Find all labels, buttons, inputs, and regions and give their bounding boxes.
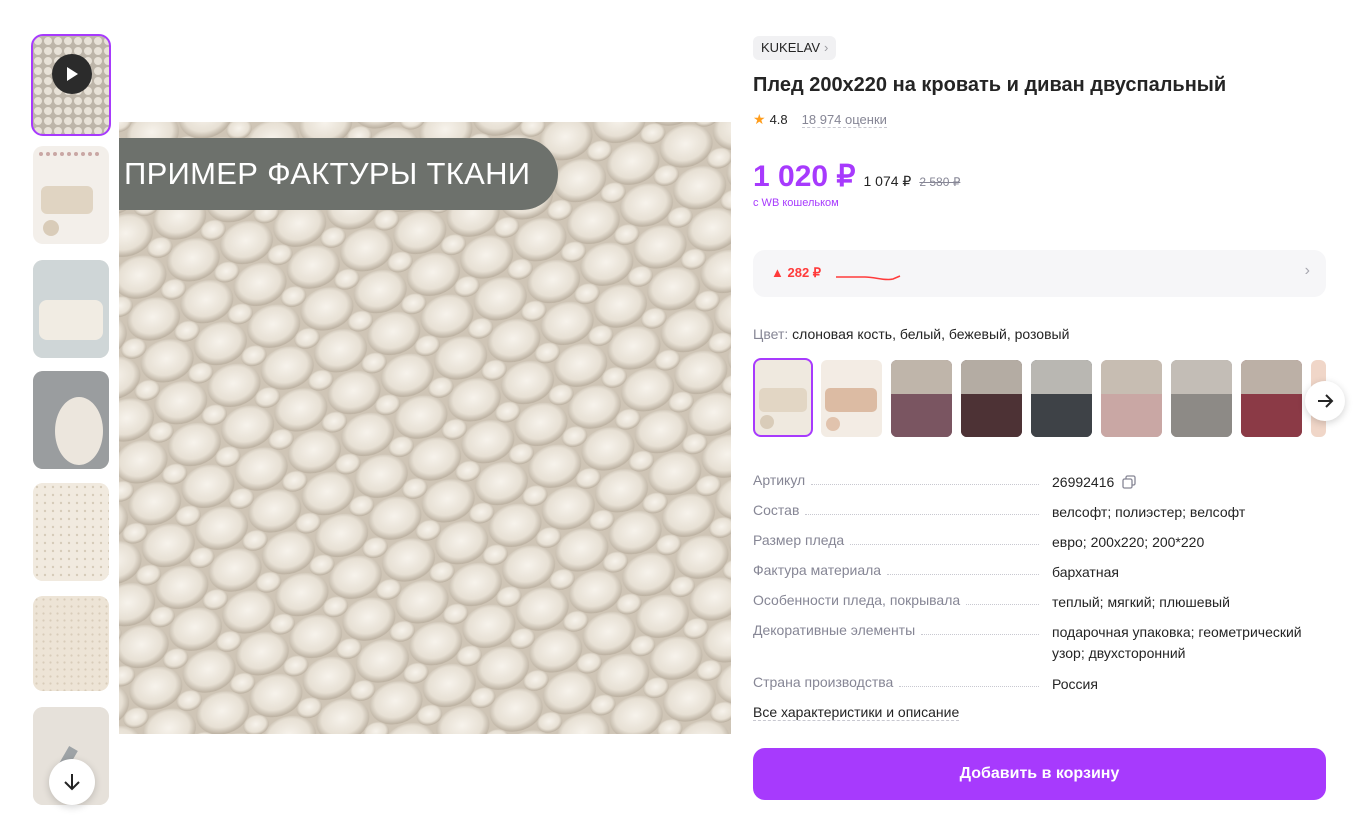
add-to-cart-button[interactable]: Добавить в корзину [753, 748, 1326, 800]
spec-value: евро; 200х220; 200*220 [1052, 534, 1205, 550]
color-swatch[interactable] [753, 358, 813, 437]
swatch-image [961, 360, 1022, 437]
color-row: Цвет: слоновая кость, белый, бежевый, ро… [753, 326, 1069, 342]
scroll-down-button[interactable] [49, 759, 95, 805]
brand-link[interactable]: KUKELAV › [753, 36, 837, 60]
color-swatch[interactable] [1241, 360, 1302, 437]
thumbnail-image[interactable] [33, 260, 109, 358]
swatch-image [825, 388, 877, 431]
brand-name: KUKELAV [761, 40, 821, 55]
all-characteristics-link[interactable]: Все характеристики и описание [753, 704, 960, 721]
color-label: Цвет: [753, 326, 789, 342]
swatch-image [1241, 360, 1302, 437]
swatch-image [759, 388, 807, 429]
wallet-price: 1 020 ₽ [753, 160, 856, 193]
main-product-image[interactable]: ПРИМЕР ФАКТУРЫ ТКАНИ [119, 122, 731, 734]
wallet-note: с WB кошельком [753, 197, 839, 209]
thumbnail-image[interactable] [33, 483, 109, 581]
swatch-image [891, 360, 952, 437]
regular-price: 1 074 ₽ [863, 173, 912, 189]
thumbnail-image[interactable] [33, 146, 109, 244]
color-swatch[interactable] [821, 360, 882, 437]
thumbnail-image[interactable] [33, 371, 109, 469]
thumbnail-image[interactable] [33, 596, 109, 691]
color-swatch[interactable] [961, 360, 1022, 437]
spec-name: Фактура материала [753, 562, 888, 578]
spec-name: Артикул [753, 472, 812, 488]
spec-name: Состав [753, 502, 806, 518]
swatches-next-button[interactable] [1305, 381, 1345, 421]
chevron-right-icon: › [824, 40, 829, 55]
arrow-down-icon [64, 774, 80, 791]
spec-value: Россия [1052, 676, 1098, 692]
old-price: 2 580 ₽ [919, 175, 961, 189]
spec-value: велсофт; полиэстер; велсофт [1052, 504, 1246, 520]
fabric-sample-label: ПРИМЕР ФАКТУРЫ ТКАНИ [119, 138, 558, 210]
product-title: Плед 200х220 на кровать и диван двуспаль… [753, 74, 1227, 96]
thumbnail-colors-image [39, 152, 99, 236]
play-icon [52, 54, 92, 94]
color-swatches [753, 358, 1345, 438]
color-swatch[interactable] [1101, 360, 1162, 437]
rating: ★ 4.8 18 974 оценки [753, 111, 887, 128]
star-icon: ★ [753, 111, 766, 127]
spec-name: Декоративные элементы [753, 622, 922, 638]
rating-value: 4.8 [769, 112, 788, 127]
thumbnail-video[interactable] [31, 34, 111, 136]
price-history-button[interactable]: ▲ 282 ₽ › [753, 250, 1326, 297]
copy-icon[interactable] [1122, 475, 1136, 489]
article-number: 26992416 [1052, 474, 1115, 490]
spec-name: Страна производства [753, 674, 900, 690]
spec-name: Размер пледа [753, 532, 851, 548]
swatch-image [1101, 360, 1162, 437]
arrow-right-icon [1318, 394, 1334, 408]
chevron-right-icon: › [1304, 262, 1310, 279]
thumbnail-fold-image [33, 596, 109, 691]
price-row: 1 020 ₽ 1 074 ₽ 2 580 ₽ [753, 159, 960, 194]
fabric-texture-image [119, 122, 731, 734]
reviews-link[interactable]: 18 974 оценки [801, 112, 887, 128]
thumbnail-person-image [33, 371, 109, 469]
price-trend-icon [836, 275, 901, 281]
swatch-image [1031, 360, 1092, 437]
thumbnail-gift-image [33, 260, 109, 358]
spec-value: бархатная [1052, 564, 1119, 580]
color-swatch[interactable] [891, 360, 952, 437]
thumbnail-texture-image [33, 483, 109, 581]
spec-value: подарочная упаковка; геометрический узор… [1052, 624, 1302, 661]
color-value: слоновая кость, белый, бежевый, розовый [792, 326, 1070, 342]
color-swatch[interactable] [1171, 360, 1232, 437]
spec-name: Особенности пледа, покрывала [753, 592, 967, 608]
swatch-image [1171, 360, 1232, 437]
spec-value: теплый; мягкий; плюшевый [1052, 594, 1230, 610]
price-change: ▲ 282 ₽ [771, 265, 822, 280]
color-swatch[interactable] [1031, 360, 1092, 437]
